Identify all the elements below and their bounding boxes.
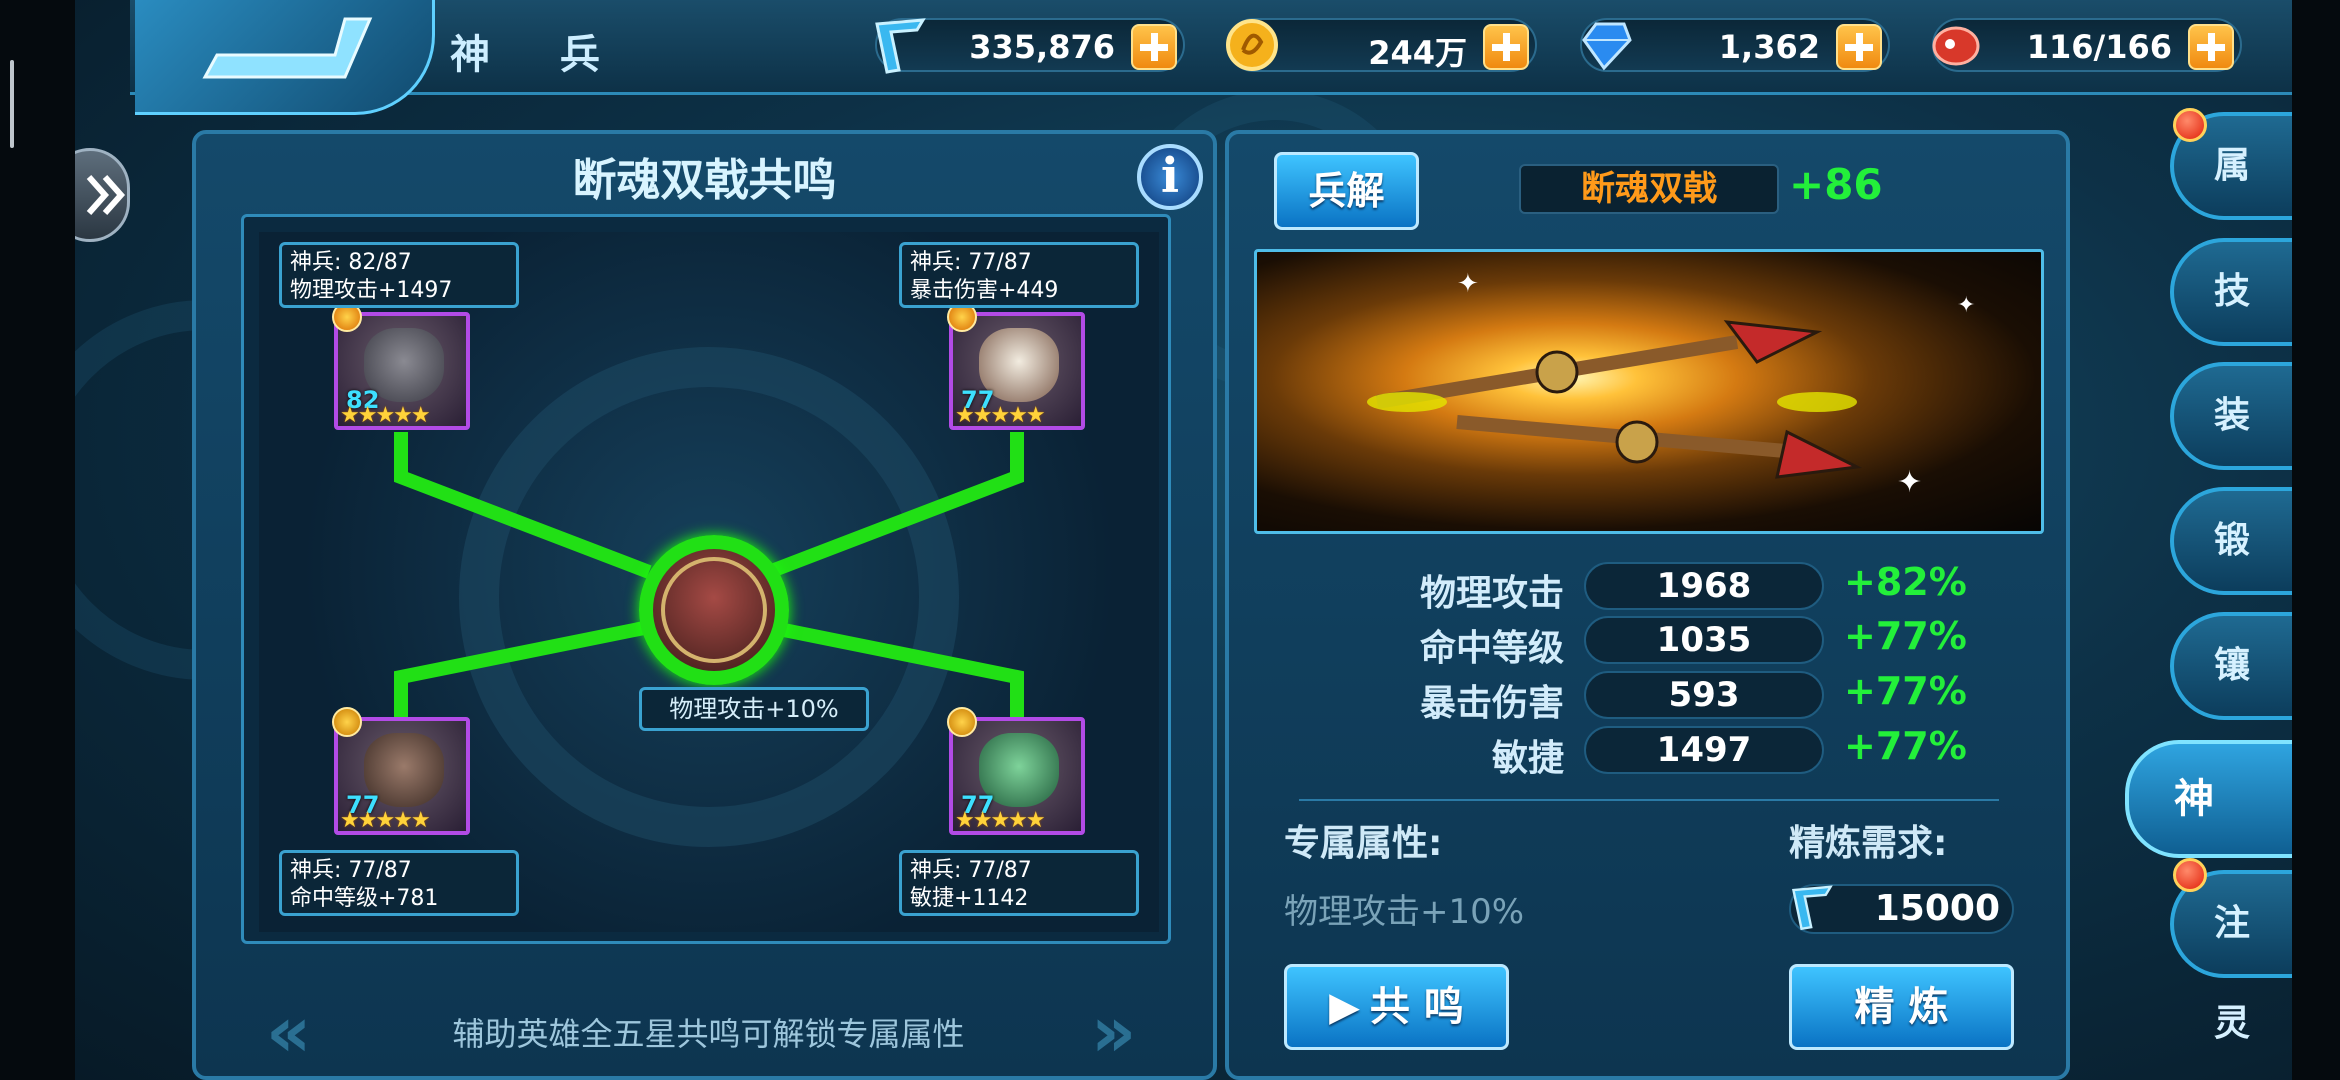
boomerang-icon [875, 18, 926, 74]
hero-card-line: 神兵: 77/87 [290, 858, 412, 883]
stat-label: 物理攻击 [1419, 573, 1564, 614]
hero-card-line: 神兵: 77/87 [910, 250, 1032, 275]
weapon-name: 断魂双戟 [1519, 164, 1779, 214]
stat-bonus: +77% [1844, 669, 1967, 713]
notification-dot-icon [2173, 858, 2207, 892]
device-bezel-left [0, 0, 75, 1080]
hero-stars: ★★★★★ [955, 808, 1046, 833]
hero-stars: ★★★★★ [955, 403, 1046, 428]
back-button[interactable] [135, 0, 435, 115]
hero-card-line: 命中等级+781 [290, 886, 439, 911]
resource-value: 1,362 [1718, 28, 1820, 66]
hero-card-4: 神兵: 77/87 敏捷+1142 [899, 850, 1139, 916]
refine-cost: 15000 [1789, 884, 2014, 934]
weapon-level-bonus: +86 [1789, 160, 1883, 209]
resource-meat: 116/166 [1932, 18, 2242, 72]
resonate-label: 共 鸣 [1369, 984, 1464, 1030]
resonate-button[interactable]: ▶ 共 鸣 [1284, 964, 1509, 1050]
hero-card-1: 神兵: 82/87 物理攻击+1497 [279, 242, 519, 308]
gold-coin-icon [1226, 19, 1278, 71]
diamond-icon [1582, 22, 1632, 71]
next-arrow-icon[interactable]: » [1091, 992, 1136, 1072]
resonance-bonus: 物理攻击+10% [639, 687, 869, 731]
hero-weapon-badge [947, 707, 977, 737]
hero-card-2: 神兵: 77/87 暴击伤害+449 [899, 242, 1139, 308]
info-button[interactable]: i [1137, 144, 1203, 210]
stat-label: 暴击伤害 [1419, 683, 1564, 724]
hero-stars: ★★★★★ [340, 808, 431, 833]
main-hero-node[interactable] [639, 535, 789, 685]
support-hero-4[interactable]: 77 ★★★★★ [947, 707, 1085, 835]
stat-value: 1968 [1584, 562, 1824, 610]
tab-skills[interactable]: 技 能 [2170, 238, 2292, 412]
add-resource-button[interactable] [1483, 24, 1529, 70]
support-hero-1[interactable]: 82 ★★★★★ [332, 302, 470, 430]
resonance-panel: 断魂双戟共鸣 i 82 ★★★★★ 77 ★★★★★ 77 ★★★★★ 77 ★… [192, 130, 1217, 1080]
resource-boomerang: 335,876 [875, 18, 1185, 74]
resource-value: 116/166 [2026, 28, 2172, 66]
info-icon: i [1160, 148, 1180, 204]
tab-inlay[interactable]: 镶 嵌 [2170, 612, 2292, 786]
disassemble-button[interactable]: 兵解 [1274, 152, 1419, 230]
add-resource-button[interactable] [1836, 24, 1882, 70]
svg-text:✦: ✦ [1897, 465, 1922, 500]
resource-value: 335,876 [969, 28, 1115, 66]
stat-bonus: +77% [1844, 724, 1967, 768]
exclusive-attribute-value: 物理攻击+10% [1284, 892, 1525, 932]
stat-bonus: +77% [1844, 614, 1967, 658]
back-arrow-icon [202, 17, 373, 79]
resource-value: 244万 [1368, 34, 1467, 72]
resource-diamond: 1,362 [1580, 18, 1890, 72]
double-chevron-right-icon [86, 175, 126, 215]
game-screen: 神 兵 335,876 244万 1,362 116/166 断魂双戟共鸣 i … [75, 0, 2292, 1080]
add-resource-button[interactable] [2188, 24, 2234, 70]
hero-card-line: 神兵: 82/87 [290, 250, 412, 275]
refine-button[interactable]: 精 炼 [1789, 964, 2014, 1050]
tab-forge[interactable]: 锻 造 [2170, 487, 2292, 661]
notification-dot-icon [2173, 108, 2207, 142]
stat-value: 593 [1584, 671, 1824, 719]
support-hero-2[interactable]: 77 ★★★★★ [947, 302, 1085, 430]
weapon-artwork: ✦ ✦ ✦ [1254, 249, 2044, 534]
add-resource-button[interactable] [1131, 24, 1177, 70]
hero-weapon-badge [332, 707, 362, 737]
device-bezel-right [2292, 0, 2340, 1080]
support-hero-3[interactable]: 77 ★★★★★ [332, 707, 470, 835]
resonance-title: 断魂双戟共鸣 [572, 155, 837, 206]
svg-text:✦: ✦ [1457, 269, 1479, 299]
stat-label: 命中等级 [1419, 628, 1564, 669]
hero-card-line: 敏捷+1142 [910, 886, 1029, 911]
play-chevron-icon: ▶ [1329, 984, 1360, 1030]
refine-cost-value: 15000 [1874, 888, 2000, 929]
boomerang-icon [1791, 885, 1833, 931]
svg-text:✦: ✦ [1957, 293, 1975, 318]
twin-halberds-icon: ✦ ✦ ✦ [1367, 269, 1975, 500]
page-title: 神 兵 [450, 32, 628, 78]
resonance-hint: 辅助英雄全五星共鸣可解锁专属属性 [452, 1015, 965, 1053]
stat-value: 1035 [1584, 616, 1824, 664]
meat-icon [1932, 26, 1980, 66]
section-divider [1299, 799, 1999, 801]
hero-card-line: 神兵: 77/87 [910, 858, 1032, 883]
stat-label: 敏捷 [1491, 738, 1564, 779]
hero-card-line: 物理攻击+1497 [290, 278, 453, 303]
hero-card-3: 神兵: 77/87 命中等级+781 [279, 850, 519, 916]
refine-requirement-label: 精炼需求: [1789, 823, 1948, 864]
stat-bonus: +82% [1844, 560, 1967, 604]
exclusive-attribute-label: 专属属性: [1284, 823, 1443, 864]
weapon-panel: 兵解 断魂双戟 +86 ✦ ✦ ✦ 物理攻击 1968 +82% 命中等级 10… [1225, 130, 2070, 1080]
hero-card-line: 暴击伤害+449 [910, 278, 1059, 303]
side-menu-expand-button[interactable] [75, 148, 130, 242]
tab-equipment[interactable]: 装 备 [2170, 362, 2292, 536]
tab-divine-weapon[interactable]: 神 兵 [2125, 740, 2292, 858]
resource-gold: 244万 [1226, 18, 1537, 72]
hero-stars: ★★★★★ [340, 403, 431, 428]
stat-value: 1497 [1584, 726, 1824, 774]
system-scroll-indicator [10, 60, 14, 148]
main-hero-portrait [661, 557, 767, 663]
resonance-diagram: 82 ★★★★★ 77 ★★★★★ 77 ★★★★★ 77 ★★★★★ 神兵: … [241, 214, 1171, 944]
